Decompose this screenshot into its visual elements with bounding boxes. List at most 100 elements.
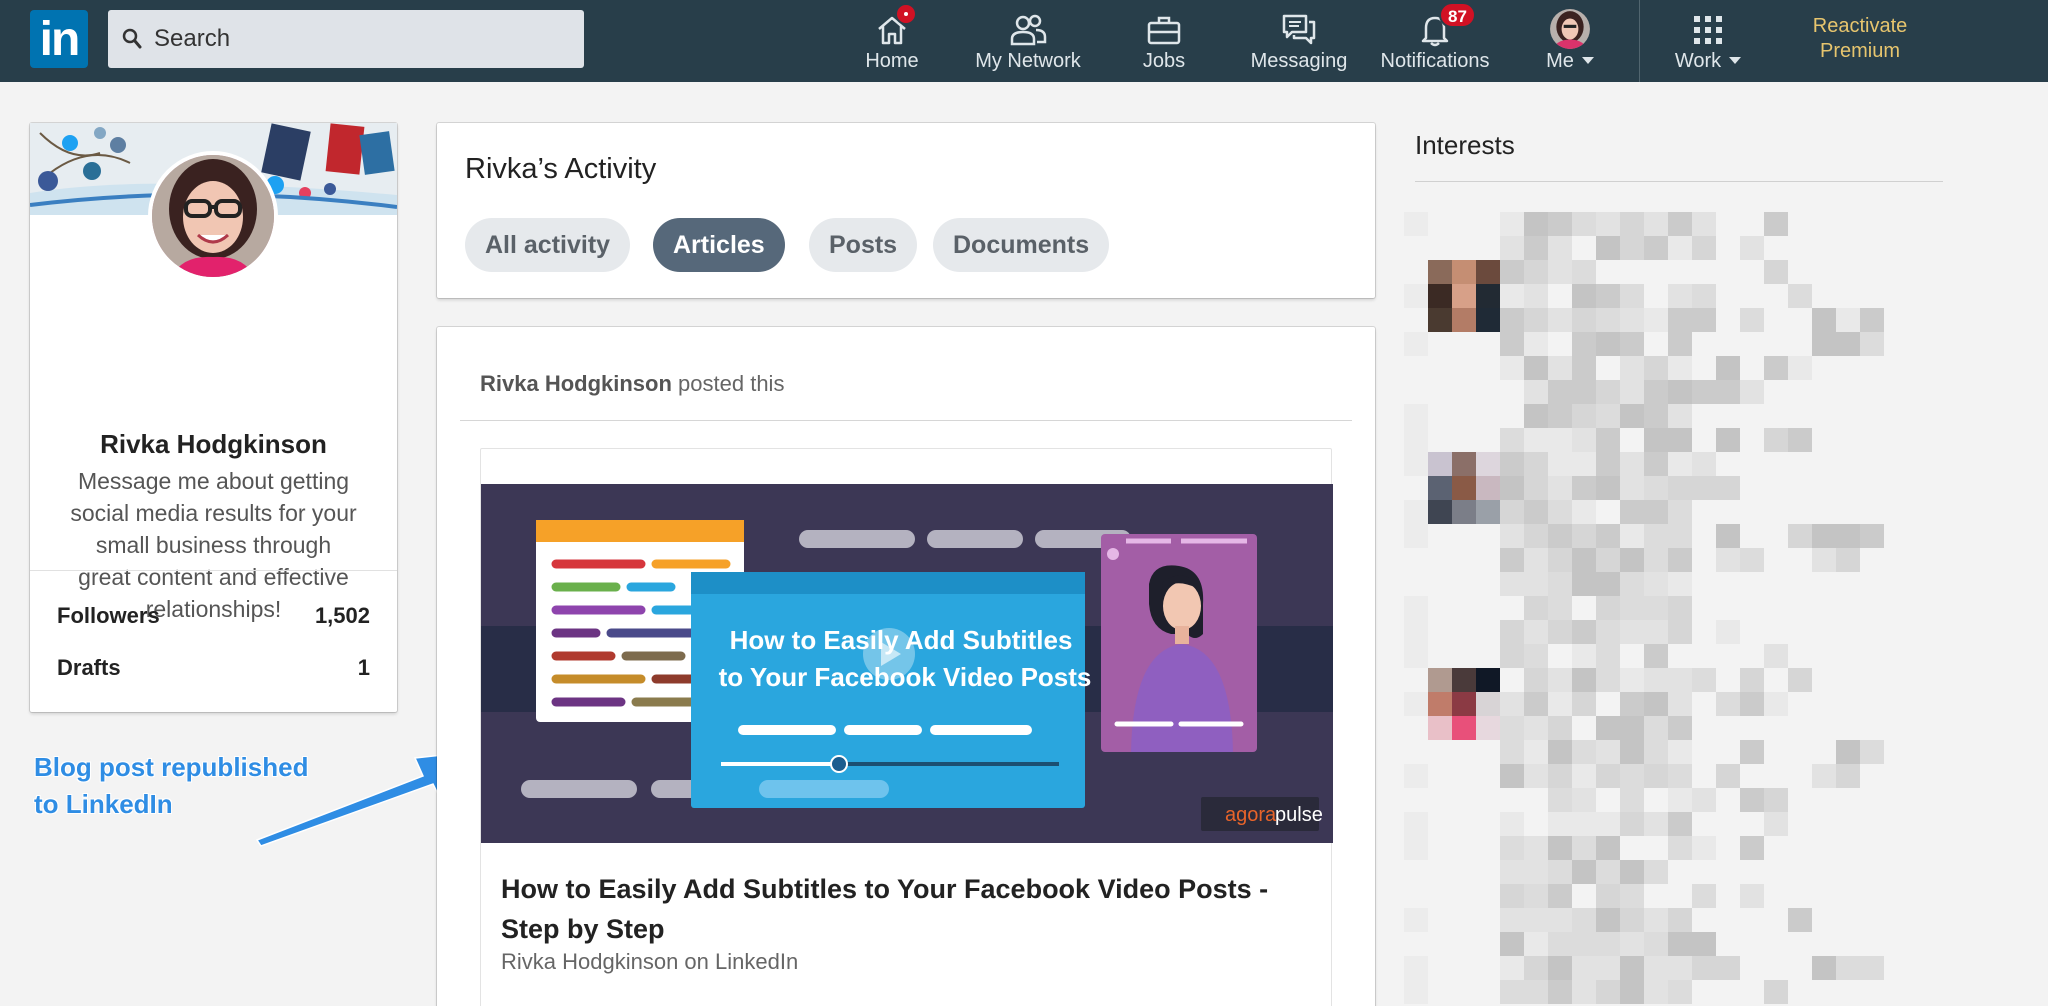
nav-me[interactable]: Me <box>1530 6 1610 76</box>
pixel-block <box>1692 380 1716 404</box>
pixel-block <box>1548 980 1572 1004</box>
pixel-block <box>1596 380 1620 404</box>
pixel-block <box>1644 740 1668 764</box>
pixel-block <box>1788 908 1812 932</box>
pixel-block <box>1500 740 1524 764</box>
pixel-block <box>1548 788 1572 812</box>
pixel-block <box>1596 836 1620 860</box>
tab-documents[interactable]: Documents <box>933 218 1110 272</box>
pixel-block <box>1740 884 1764 908</box>
pixel-block <box>1500 236 1524 260</box>
pixel-block <box>1668 500 1692 524</box>
pixel-block <box>1788 524 1812 548</box>
pixel-block <box>1428 452 1452 476</box>
pixel-block <box>1620 548 1644 572</box>
pixel-block <box>1596 572 1620 596</box>
profile-photo <box>152 155 274 277</box>
pixel-block <box>1644 308 1668 332</box>
pixel-block <box>1620 572 1644 596</box>
article-preview[interactable]: How to Easily Add Subtitles to Your Face… <box>480 448 1333 1006</box>
pixel-block <box>1668 908 1692 932</box>
pixel-block <box>1596 212 1620 236</box>
pixel-block <box>1644 812 1668 836</box>
agorapulse-logo-agora: agora <box>1225 804 1277 826</box>
pixel-block <box>1548 404 1572 428</box>
pixel-block <box>1572 212 1596 236</box>
pixel-block <box>1452 668 1476 692</box>
pixel-block <box>1500 812 1524 836</box>
search-box[interactable] <box>108 10 584 68</box>
nav-my-network[interactable]: My Network <box>960 6 1096 76</box>
pixel-block <box>1596 428 1620 452</box>
profile-avatar[interactable] <box>148 151 278 281</box>
pixel-block <box>1524 980 1548 1004</box>
pixel-block <box>1692 452 1716 476</box>
pixel-block <box>1764 428 1788 452</box>
pixel-block <box>1668 668 1692 692</box>
pixel-block <box>1572 332 1596 356</box>
nav-messaging[interactable]: Messaging <box>1244 6 1354 76</box>
pixel-block <box>1764 260 1788 284</box>
pixel-block <box>1740 788 1764 812</box>
pixel-block <box>1860 308 1884 332</box>
search-input[interactable] <box>154 10 574 68</box>
pixel-block <box>1524 740 1548 764</box>
pixel-block <box>1596 716 1620 740</box>
pixel-block <box>1428 500 1452 524</box>
pixel-block <box>1644 572 1668 596</box>
pixel-block <box>1404 836 1428 860</box>
pixel-block <box>1788 668 1812 692</box>
pixel-block <box>1668 404 1692 428</box>
nav-notifications[interactable]: 87 Notifications <box>1372 2 1498 76</box>
grid-icon <box>1694 16 1722 44</box>
pixel-block <box>1500 644 1524 668</box>
drafts-stat[interactable]: Drafts 1 <box>57 655 370 681</box>
pixel-block <box>1620 812 1644 836</box>
profile-name[interactable]: Rivka Hodgkinson <box>30 429 397 460</box>
pixel-block <box>1668 356 1692 380</box>
pixel-block <box>1668 932 1692 956</box>
nav-jobs[interactable]: Jobs <box>1124 6 1204 76</box>
pixel-block <box>1452 500 1476 524</box>
pixel-block <box>1404 980 1428 1004</box>
pixel-block <box>1620 212 1644 236</box>
nav-home[interactable]: Home <box>852 3 932 76</box>
tab-articles[interactable]: Articles <box>653 218 785 272</box>
pixel-block <box>1500 860 1524 884</box>
pixel-block <box>1476 308 1500 332</box>
pixel-block <box>1716 620 1740 644</box>
pixel-block <box>1620 956 1644 980</box>
article-thumbnail[interactable]: How to Easily Add Subtitles to Your Face… <box>481 484 1333 843</box>
tab-posts[interactable]: Posts <box>809 218 918 272</box>
followers-stat[interactable]: Followers 1,502 <box>57 603 370 629</box>
reactivate-premium-link[interactable]: Reactivate Premium <box>1790 14 1930 64</box>
nav-work[interactable]: Work <box>1660 6 1756 76</box>
pixel-block <box>1572 956 1596 980</box>
tab-all-activity[interactable]: All activity <box>465 218 631 272</box>
pixel-block <box>1524 764 1548 788</box>
pixel-block <box>1452 260 1476 284</box>
pixel-block <box>1548 740 1572 764</box>
pixel-block <box>1548 716 1572 740</box>
pixel-block <box>1548 620 1572 644</box>
activity-header-card: Rivka’s Activity All activity Articles P… <box>437 123 1375 298</box>
pixel-block <box>1524 404 1548 428</box>
pixel-block <box>1572 668 1596 692</box>
pixel-block <box>1644 452 1668 476</box>
pixel-block <box>1524 860 1548 884</box>
pixel-block <box>1524 356 1548 380</box>
pixel-block <box>1404 452 1428 476</box>
pixel-block <box>1692 956 1716 980</box>
pixel-block <box>1404 908 1428 932</box>
pixel-block <box>1812 308 1836 332</box>
pixel-block <box>1428 308 1452 332</box>
post-author[interactable]: Rivka Hodgkinson <box>480 371 672 396</box>
drafts-label: Drafts <box>57 655 121 680</box>
linkedin-logo[interactable]: in <box>30 10 88 68</box>
article-title[interactable]: How to Easily Add Subtitles to Your Face… <box>501 869 1301 949</box>
pixel-block <box>1524 836 1548 860</box>
pixel-block <box>1620 236 1644 260</box>
pixel-block <box>1596 476 1620 500</box>
pixel-block <box>1524 332 1548 356</box>
pixel-block <box>1524 524 1548 548</box>
